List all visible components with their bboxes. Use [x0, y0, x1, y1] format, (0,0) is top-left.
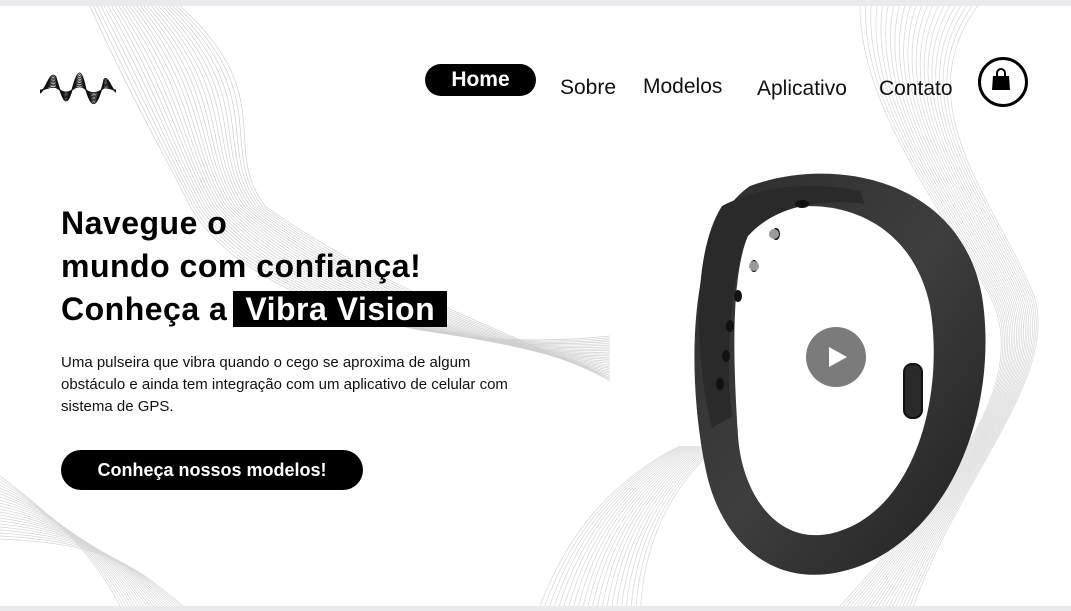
main-navigation: Home Sobre Modelos Aplicativo Contato [0, 64, 1071, 114]
cart-button[interactable] [978, 57, 1028, 107]
hero-headline: Navegue o mundo com confiança! Conheça a… [61, 202, 581, 331]
nav-aplicativo-link[interactable]: Aplicativo [757, 77, 847, 101]
play-video-button[interactable] [806, 327, 866, 387]
see-models-button[interactable]: Conheça nossos modelos! [61, 450, 363, 490]
nav-sobre-link[interactable]: Sobre [560, 76, 616, 100]
nav-modelos-link[interactable]: Modelos [643, 75, 722, 99]
headline-prefix: Conheça a [61, 291, 228, 327]
nav-home-link[interactable]: Home [425, 64, 536, 96]
play-icon [829, 347, 847, 367]
headline-line-2: mundo com confiança! [61, 248, 422, 284]
landing-page: Home Sobre Modelos Aplicativo Contato Na… [0, 6, 1071, 606]
brand-name-highlight: Vibra Vision [233, 291, 448, 327]
nav-contato-link[interactable]: Contato [879, 77, 953, 101]
shopping-bag-icon [992, 68, 1010, 90]
hero-description: Uma pulseira que vibra quando o cego se … [61, 354, 508, 415]
headline-line-1: Navegue o [61, 205, 228, 241]
headline-line-3: Conheça a Vibra Vision [61, 288, 581, 331]
